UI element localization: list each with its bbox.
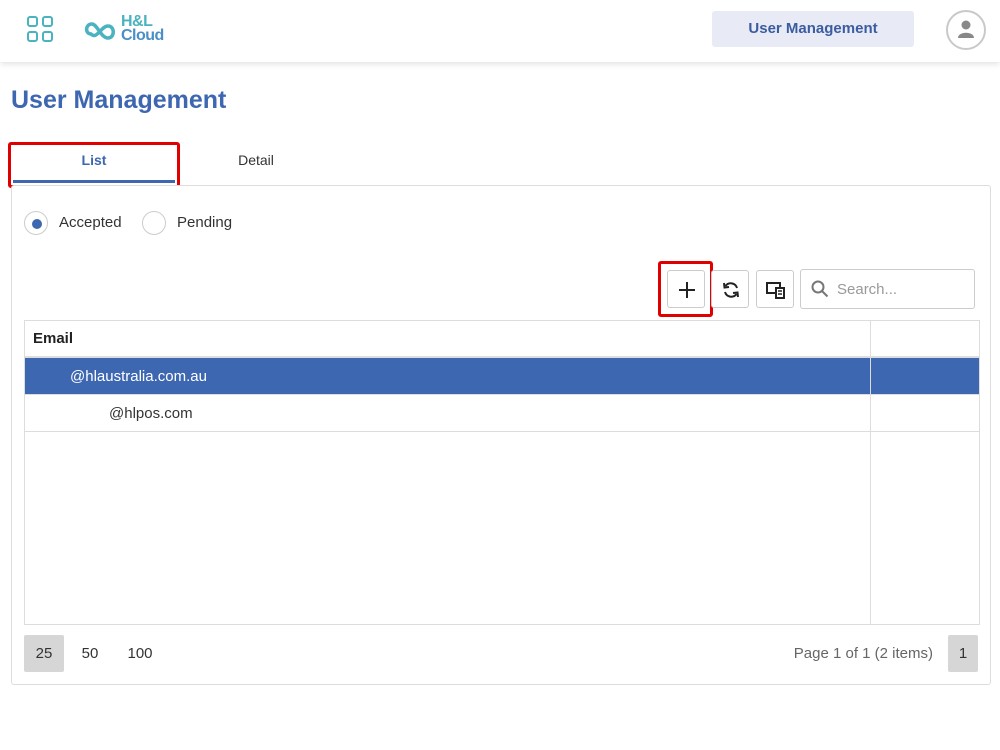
user-icon	[958, 20, 974, 38]
page-size-50[interactable]: 50	[70, 635, 110, 672]
top-bar: H&L Cloud User Management	[0, 0, 1000, 62]
user-avatar[interactable]	[946, 10, 986, 50]
user-management-nav-button[interactable]: User Management	[712, 11, 914, 47]
refresh-icon	[723, 282, 739, 298]
radio-circle	[24, 211, 48, 235]
radio-pending-label: Pending	[177, 214, 233, 231]
cloud-loop-icon	[84, 22, 115, 40]
plus-icon	[679, 282, 695, 298]
radio-circle	[142, 211, 166, 235]
page-size-25[interactable]: 25	[24, 635, 64, 672]
page-info: Page 1 of 1 (2 items)	[793, 645, 933, 662]
radio-selected-dot	[32, 219, 42, 229]
users-grid: Email @hlaustralia.com.au @hlpos.com	[24, 320, 980, 625]
email-cell: @hlaustralia.com.au	[70, 368, 207, 385]
tab-detail[interactable]: Detail	[180, 142, 332, 188]
logo-text: H&L Cloud	[121, 14, 164, 44]
column-chooser-button[interactable]	[756, 270, 794, 308]
column-chooser-icon	[766, 282, 785, 299]
column-header-email[interactable]: Email	[33, 330, 73, 347]
tab-list-label: List	[81, 152, 107, 168]
refresh-button[interactable]	[711, 270, 749, 308]
page-number-button[interactable]: 1	[948, 635, 978, 672]
radio-accepted-label: Accepted	[59, 214, 122, 231]
logo-line2: Cloud	[121, 27, 164, 44]
email-cell: @hlpos.com	[109, 405, 193, 422]
table-row[interactable]: @hlpos.com	[25, 395, 979, 432]
page-title: User Management	[11, 86, 227, 114]
grid-header: Email	[25, 321, 979, 358]
hl-cloud-logo[interactable]: H&L Cloud	[83, 14, 173, 46]
apps-grid-icon[interactable]	[27, 16, 55, 44]
list-panel: Accepted Pending Search... Email @hlaust…	[11, 185, 991, 685]
tab-list[interactable]: List	[8, 142, 180, 188]
search-input[interactable]	[837, 278, 967, 300]
search-icon	[811, 280, 829, 298]
table-row[interactable]: @hlaustralia.com.au	[25, 358, 979, 395]
tab-detail-label: Detail	[238, 152, 274, 168]
column-divider	[870, 321, 871, 624]
active-tab-indicator	[13, 180, 175, 183]
search-box[interactable]	[800, 269, 975, 309]
page-size-100[interactable]: 100	[120, 635, 160, 672]
add-user-button[interactable]	[667, 270, 705, 308]
